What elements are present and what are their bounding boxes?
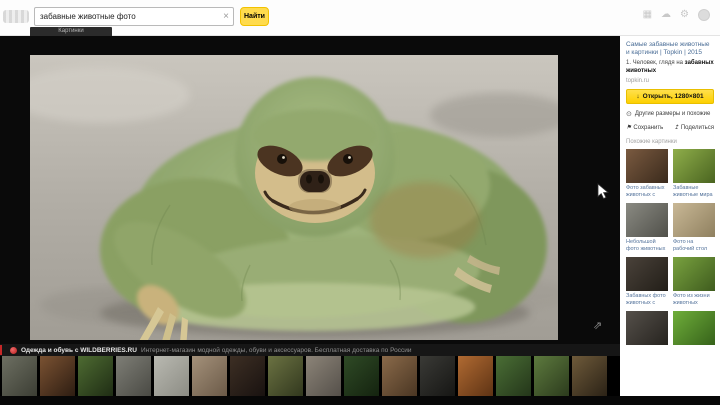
tab-pictures[interactable]: Картинки [30, 27, 112, 36]
header-icons: ▦ ☁ ⚙ [643, 8, 710, 22]
filmstrip-thumbnail[interactable] [534, 356, 569, 396]
similar-image-caption[interactable]: Фото забавных животных с [626, 185, 668, 198]
similar-image-thumbnail[interactable] [626, 257, 668, 291]
similar-image-thumbnail[interactable] [673, 311, 715, 345]
result-title-link[interactable]: Самые забавные животные и картинки | Top… [626, 41, 714, 57]
filmstrip-thumbnail[interactable] [344, 356, 379, 396]
other-sizes-link[interactable]: ⊙ Другие размеры и похожие [626, 110, 714, 118]
image-viewer-stage: ⇗ [0, 36, 620, 344]
filmstrip-thumbnail[interactable] [420, 356, 455, 396]
filmstrip-thumbnail[interactable] [40, 356, 75, 396]
other-sizes-label: Другие размеры и похожие [634, 111, 711, 117]
filmstrip-thumbnail[interactable] [268, 356, 303, 396]
mouse-cursor [597, 183, 609, 200]
filmstrip-thumbnail[interactable] [192, 356, 227, 396]
ad-logo-icon [10, 346, 17, 354]
avatar[interactable] [698, 9, 710, 21]
sloth-illustration [30, 55, 558, 340]
yandex-logo[interactable] [3, 10, 29, 23]
thumbnail-filmstrip [0, 356, 620, 396]
result-snippet: 1. Человек, глядя на забавных животных [626, 60, 714, 75]
filmstrip-thumbnail[interactable] [572, 356, 607, 396]
ad-bar: Одежда и обувь с WILDBERRIES.RU Интернет… [0, 344, 620, 356]
similar-image-item: Фото забавных животных с [626, 149, 668, 198]
snippet-text: 1. Человек, глядя на [626, 60, 685, 66]
similar-image-item: Забавные животные мира [673, 149, 715, 198]
share-label: Поделиться [680, 124, 714, 131]
ad-description: Интернет-магазин модной одежды, обуви и … [140, 346, 412, 354]
similar-image-thumbnail[interactable] [673, 149, 715, 183]
similar-image-caption[interactable]: Забавных фото животных с [626, 293, 668, 306]
filmstrip-thumbnail[interactable] [382, 356, 417, 396]
similar-image-item: Небольшой фото животных [626, 203, 668, 252]
info-sidebar: Самые забавные животные и картинки | Top… [620, 36, 720, 396]
clear-icon[interactable]: × [223, 11, 229, 22]
result-domain: topkin.ru [626, 78, 650, 84]
sidebar-actions: ⚑ Сохранить ↥ Поделиться [626, 124, 714, 132]
similar-image-item: Забавных фото животных с [626, 257, 668, 306]
filmstrip-thumbnail[interactable] [458, 356, 493, 396]
filmstrip-thumbnail[interactable] [306, 356, 341, 396]
gear-icon[interactable]: ⚙ [680, 8, 689, 22]
open-button-label: Открыть, 1280×801 [642, 93, 704, 100]
similar-image-item [626, 311, 668, 345]
filmstrip-thumbnail[interactable] [496, 356, 531, 396]
ad-title-link[interactable]: Одежда и обувь с WILDBERRIES.RU [21, 347, 137, 354]
similar-image-item [673, 311, 715, 345]
similar-image-caption[interactable]: Забавные животные мира [673, 185, 715, 198]
similar-image-thumbnail[interactable] [673, 257, 715, 291]
search-button[interactable]: Найти [240, 7, 269, 26]
main-image-sloth[interactable] [30, 55, 558, 340]
similar-image-caption[interactable]: Фото на рабочий стол [673, 239, 715, 252]
similar-image-thumbnail[interactable] [626, 149, 668, 183]
share-icon: ↥ [673, 125, 679, 131]
similar-image-item: Фото из жизни животных [673, 257, 715, 306]
ad-marker [0, 345, 2, 355]
similar-image-item: Фото на рабочий стол [673, 203, 715, 252]
similar-image-caption[interactable]: Небольшой фото животных [626, 239, 668, 252]
grid-icon[interactable]: ▦ [643, 8, 652, 22]
yandex-images-page: × Найти ▦ ☁ ⚙ Картинки [0, 0, 720, 405]
save-label: Сохранить [633, 124, 664, 131]
bottom-bar [0, 396, 720, 405]
similar-images-grid: Фото забавных животных с Забавные животны… [626, 149, 715, 345]
sizes-icon: ⊙ [626, 111, 632, 118]
filmstrip-thumbnail[interactable] [116, 356, 151, 396]
similar-images-heading: Похожие картинки [626, 139, 677, 145]
save-button[interactable]: ⚑ Сохранить [626, 124, 664, 132]
similar-image-thumbnail[interactable] [626, 203, 668, 237]
filmstrip-thumbnail[interactable] [230, 356, 265, 396]
open-image-button[interactable]: ↓ Открыть, 1280×801 [626, 89, 714, 104]
similar-image-caption[interactable]: Фото из жизни животных [673, 293, 715, 306]
header: × Найти ▦ ☁ ⚙ Картинки [0, 0, 720, 36]
filmstrip-thumbnail[interactable] [2, 356, 37, 396]
filmstrip-thumbnail[interactable] [78, 356, 113, 396]
share-button[interactable]: ↥ Поделиться [673, 124, 714, 132]
bookmark-icon: ⚑ [626, 125, 632, 131]
search-input[interactable] [40, 8, 218, 25]
fullscreen-icon[interactable]: ⇗ [593, 319, 602, 332]
download-icon: ↓ [636, 93, 640, 100]
filmstrip-thumbnail[interactable] [154, 356, 189, 396]
cloud-icon[interactable]: ☁ [661, 8, 671, 22]
similar-image-thumbnail[interactable] [673, 203, 715, 237]
search-box: × [34, 7, 234, 26]
similar-image-thumbnail[interactable] [626, 311, 668, 345]
